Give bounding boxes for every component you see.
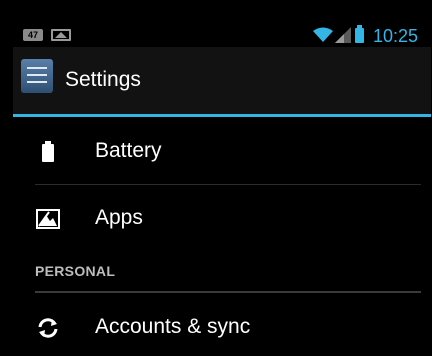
- android-screen: 47 10:25 Settings Battery Apps PERSONAL …: [13, 1, 431, 355]
- section-divider: [35, 291, 421, 293]
- settings-list: Battery Apps: [13, 117, 431, 251]
- status-bar: 47 10:25: [13, 1, 431, 47]
- picture-icon: [51, 29, 71, 41]
- notification-count-badge: 47: [23, 29, 43, 41]
- status-clock: 10:25: [373, 26, 419, 46]
- battery-icon: [42, 141, 54, 162]
- signal-icon: [335, 27, 351, 43]
- battery-status-icon: [355, 25, 364, 43]
- settings-sliders-icon[interactable]: [21, 59, 53, 93]
- settings-item-label: Apps: [95, 206, 143, 229]
- settings-item-apps[interactable]: Apps: [13, 184, 431, 251]
- sync-icon: [38, 318, 58, 338]
- action-bar: Settings: [13, 47, 431, 117]
- settings-item-battery[interactable]: Battery: [13, 117, 431, 184]
- personal-list: Accounts & sync: [13, 297, 431, 355]
- settings-item-accounts-sync[interactable]: Accounts & sync: [13, 297, 431, 355]
- section-header-personal: PERSONAL: [35, 263, 116, 279]
- wifi-icon: [313, 27, 333, 42]
- action-bar-title: Settings: [65, 68, 141, 91]
- settings-item-label: Accounts & sync: [95, 315, 251, 338]
- apps-icon: [36, 209, 60, 229]
- settings-item-label: Battery: [95, 139, 162, 162]
- screenshot-frame: 47 10:25 Settings Battery Apps PERSONAL …: [0, 0, 432, 356]
